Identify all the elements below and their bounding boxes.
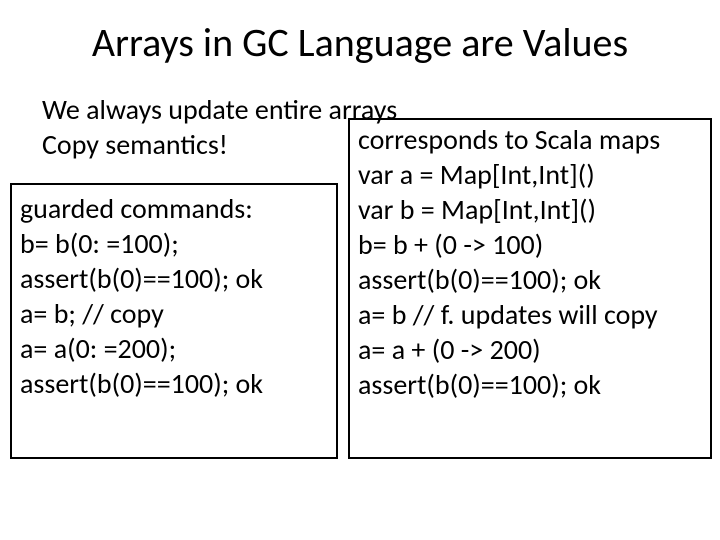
right-line-8: assert(b(0)==100); ok [358,367,704,402]
slide: Arrays in GC Language are Values We alwa… [0,0,720,540]
intro-line-2: Copy semantics! [42,127,397,162]
left-line-5: a= a(0: =200); [20,331,328,366]
left-box: guarded commands: b= b(0: =100); assert(… [10,183,338,459]
left-line-4: a= b; // copy [20,296,328,331]
right-line-5: assert(b(0)==100); ok [358,262,704,297]
slide-title: Arrays in GC Language are Values [0,18,720,67]
right-box: corresponds to Scala maps var a = Map[In… [348,118,712,459]
right-line-1: corresponds to Scala maps [358,122,704,157]
right-line-6: a= b // f. updates will copy [358,297,704,332]
intro-line-1: We always update entire arrays [42,92,397,127]
right-line-4: b= b + (0 -> 100) [358,227,704,262]
right-line-3: var b = Map[Int,Int]() [358,192,704,227]
left-line-3: assert(b(0)==100); ok [20,261,328,296]
left-line-6: assert(b(0)==100); ok [20,366,328,401]
right-line-2: var a = Map[Int,Int]() [358,157,704,192]
right-line-7: a= a + (0 -> 200) [358,332,704,367]
left-line-1: guarded commands: [20,191,328,226]
left-line-2: b= b(0: =100); [20,226,328,261]
intro-text: We always update entire arrays Copy sema… [42,92,397,162]
